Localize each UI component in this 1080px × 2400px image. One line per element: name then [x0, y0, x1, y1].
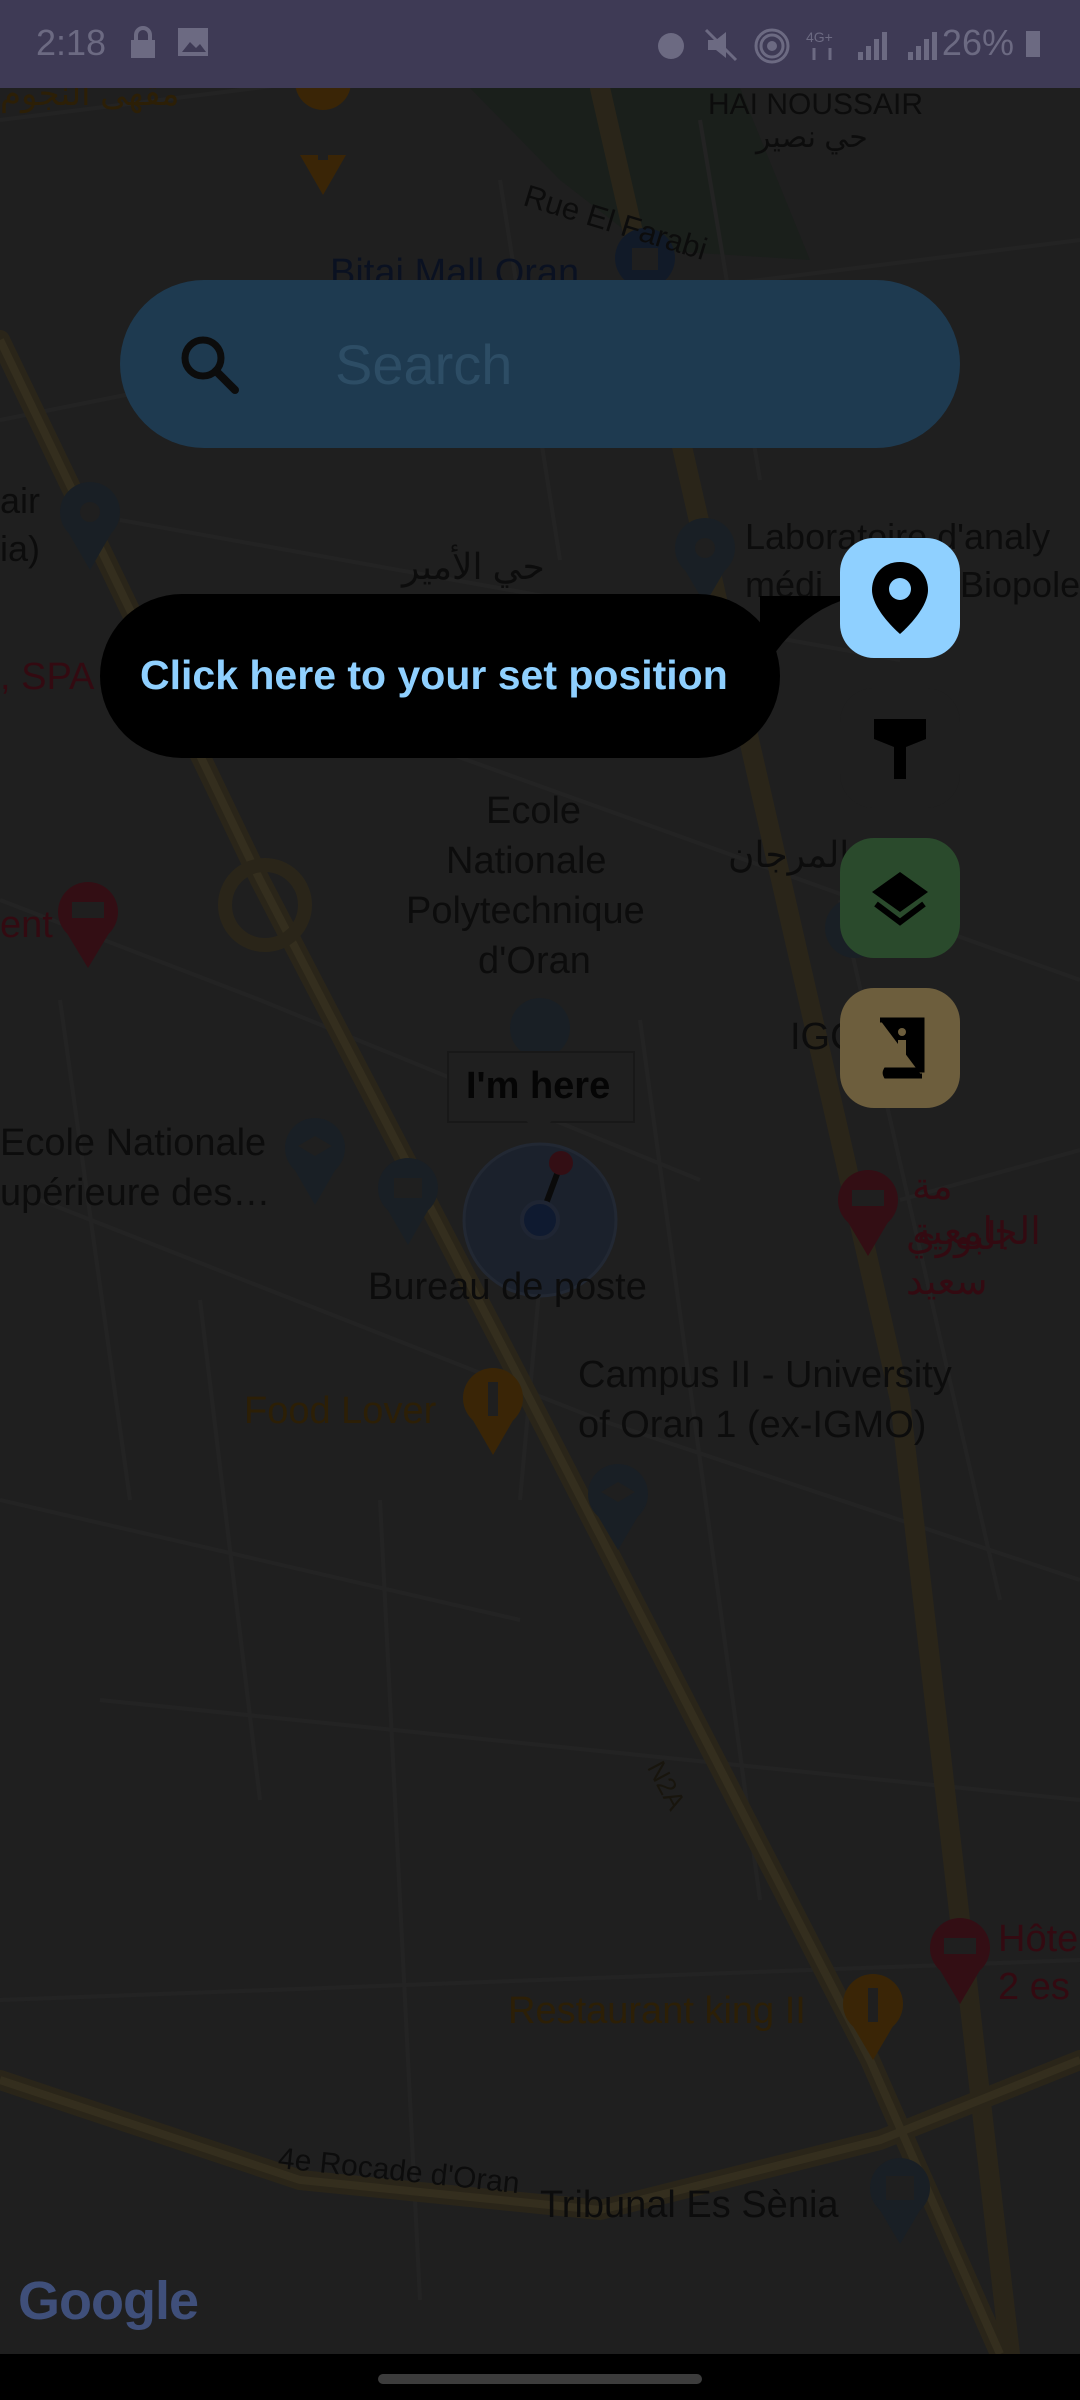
- onboarding-tooltip[interactable]: Click here to your set position: [100, 594, 780, 758]
- place-label: Polytechnique: [406, 890, 645, 932]
- signal-icon: [908, 32, 937, 60]
- info-book-icon: [880, 1017, 925, 1079]
- place-label: HAI NOUSSAIR: [708, 88, 924, 121]
- navigation-bar: [0, 2354, 1080, 2400]
- place-label: air: [0, 480, 41, 521]
- place-label: upérieure des…: [0, 1172, 271, 1214]
- place-label: Restaurant king II: [508, 1990, 806, 2032]
- style-button[interactable]: [840, 688, 960, 808]
- battery-icon: [1026, 31, 1040, 57]
- tooltip-text: Click here to your set position: [140, 652, 728, 698]
- status-bar: 2:18 4G+ 26%: [0, 0, 1080, 88]
- callout-pointer-icon: [524, 1118, 554, 1136]
- place-label: , SPA: [0, 656, 95, 698]
- place-label: d'Oran: [478, 940, 591, 982]
- search-icon: [181, 336, 239, 394]
- hotspot-icon: [754, 28, 790, 64]
- current-location-text: I'm here: [466, 1065, 611, 1107]
- layers-icon: [872, 872, 928, 926]
- image-icon: [178, 28, 208, 56]
- place-label: of Oran 1 (ex-IGMO): [578, 1404, 927, 1446]
- search-bar[interactable]: Search: [120, 280, 960, 448]
- place-label: المرجان: [728, 834, 850, 875]
- place-label: Ecole: [486, 790, 582, 832]
- place-label: البوري سعيد: [906, 1216, 1008, 1303]
- place-label: Hôte: [998, 1918, 1079, 1960]
- place-label: حي نصير: [756, 121, 868, 154]
- place-label: Tribunal Es Sènia: [540, 2184, 839, 2226]
- place-label: Biopole: [960, 564, 1080, 605]
- signal-icon: [858, 32, 887, 60]
- lock-icon: [131, 26, 155, 58]
- current-location-label[interactable]: I'm here: [447, 1051, 635, 1123]
- place-label: Campus II - University: [578, 1354, 952, 1396]
- place-label: 2 es: [998, 1966, 1070, 2008]
- place-label: ent: [0, 904, 53, 946]
- mute-icon: [704, 28, 738, 62]
- place-label: حي الأمير: [402, 546, 545, 587]
- info-button[interactable]: [840, 988, 960, 1108]
- place-label: ia): [0, 528, 41, 569]
- place-label: Food Lover: [244, 1390, 437, 1432]
- lte-icon: 4G+: [806, 29, 833, 60]
- layers-button[interactable]: [840, 838, 960, 958]
- set-position-button[interactable]: [840, 538, 960, 658]
- home-gesture-handle[interactable]: [378, 2374, 702, 2384]
- location-pin-icon: [872, 562, 928, 634]
- paint-brush-icon: [874, 719, 926, 779]
- battery-level: 26%: [942, 22, 1042, 64]
- status-time: 2:18: [36, 22, 107, 63]
- place-label: Ecole Nationale: [0, 1122, 267, 1164]
- alarm-icon: [658, 33, 684, 59]
- search-input[interactable]: Search: [335, 332, 512, 397]
- place-label: Nationale: [446, 840, 607, 882]
- google-logo: Google: [18, 2271, 199, 2331]
- place-label: Bureau de poste: [368, 1266, 647, 1308]
- svg-text:4G+: 4G+: [806, 29, 833, 45]
